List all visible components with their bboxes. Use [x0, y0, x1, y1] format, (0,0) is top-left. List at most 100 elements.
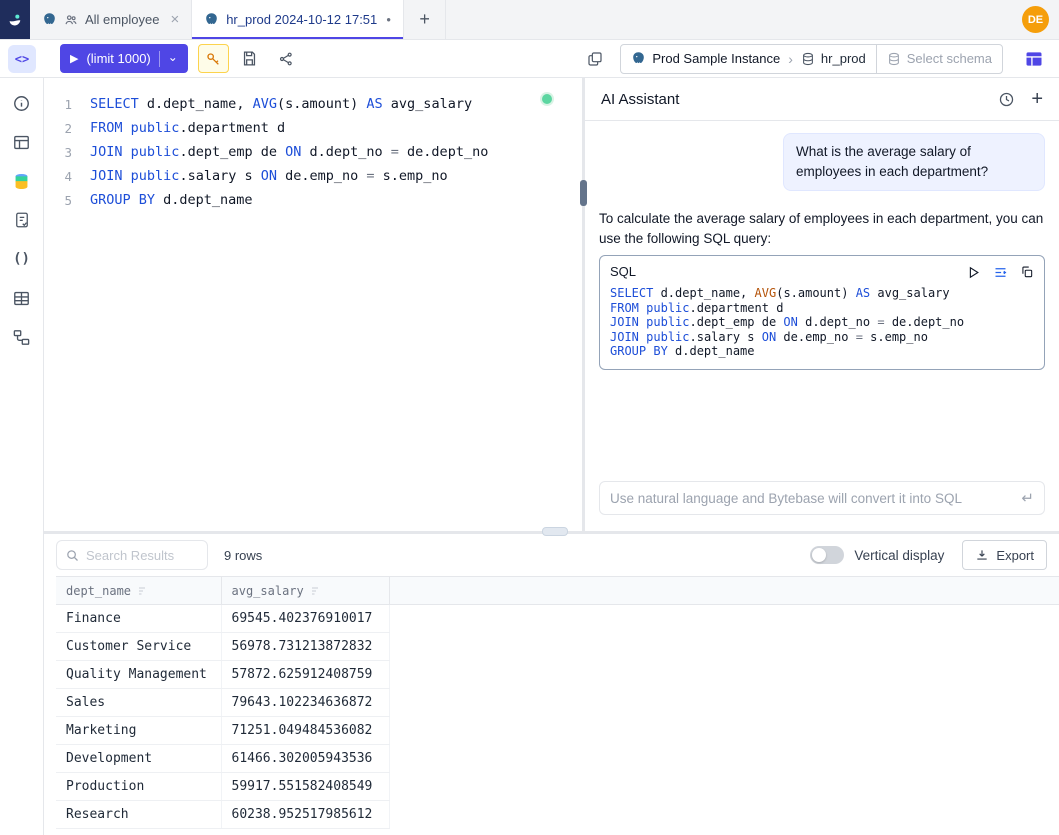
table-header-row: dept_name avg_salary: [56, 577, 1059, 605]
editor-line[interactable]: 3JOIN public.dept_emp de ON d.dept_no = …: [44, 140, 582, 164]
table-row[interactable]: Development61466.302005943536: [56, 745, 1059, 773]
column-header-label: avg_salary: [232, 584, 304, 598]
share-icon: [278, 51, 294, 67]
cell-dept-name: Development: [56, 745, 221, 773]
sidebar-item-tables[interactable]: [11, 287, 33, 309]
cell-dept-name: Marketing: [56, 717, 221, 745]
sidebar-item-info[interactable]: [11, 92, 33, 114]
ai-input-area: ↵: [585, 471, 1059, 531]
ai-sql-line: JOIN public.dept_emp de ON d.dept_no = d…: [610, 315, 1034, 330]
editor-line[interactable]: 1SELECT d.dept_name, AVG(s.amount) AS av…: [44, 92, 582, 116]
editor-line[interactable]: 5GROUP BY d.dept_name: [44, 188, 582, 212]
table-row[interactable]: Customer Service56978.731213872832: [56, 633, 1059, 661]
sql-editor[interactable]: 1SELECT d.dept_name, AVG(s.amount) AS av…: [44, 78, 582, 531]
user-avatar[interactable]: DE: [1022, 6, 1049, 33]
schema-selector[interactable]: Select schema: [876, 45, 1002, 73]
run-button-label: (limit 1000): [86, 51, 150, 66]
bytebase-logo[interactable]: [0, 0, 30, 39]
admin-mode-button[interactable]: [198, 44, 229, 73]
parentheses-icon: (): [13, 251, 30, 267]
tab-bar: All employee × hr_prod 2024-10-12 17:51 …: [0, 0, 1059, 40]
cell-dept-name: Finance: [56, 605, 221, 633]
return-icon[interactable]: ↵: [1021, 489, 1034, 507]
cell-avg-salary: 56978.731213872832: [221, 633, 389, 661]
new-tab-button[interactable]: +: [404, 0, 446, 39]
copy-sql-button[interactable]: [1020, 265, 1034, 279]
sidebar-item-schema-diagram[interactable]: [11, 326, 33, 348]
unsaved-dot-icon: ●: [386, 15, 391, 24]
sort-icon[interactable]: [137, 585, 149, 597]
main-content: 1 SELECT d.dept_name, AVG(s.amount) AS av…: [44, 78, 1059, 835]
sort-icon[interactable]: [310, 585, 322, 597]
chevron-down-icon[interactable]: ⌄: [168, 50, 178, 64]
worksheets-button[interactable]: [580, 44, 610, 73]
column-header-filler: [389, 577, 1059, 605]
editor-line[interactable]: 4JOIN public.salary s ON de.emp_no = s.e…: [44, 164, 582, 188]
line-number: 1: [44, 97, 90, 112]
column-header-dept-name[interactable]: dept_name: [56, 577, 221, 605]
assistant-intro-text: To calculate the average salary of emplo…: [599, 209, 1045, 249]
search-icon: [65, 548, 80, 563]
postgres-icon: [204, 12, 219, 27]
cell-avg-salary: 79643.102234636872: [221, 689, 389, 717]
new-chat-button[interactable]: +: [1031, 89, 1043, 109]
play-icon: ▶: [70, 52, 78, 65]
schema-panel-button[interactable]: [1019, 44, 1049, 73]
results-toolbar-right: Vertical display Export: [810, 540, 1047, 570]
editor-toolbar: <> ▶ (limit 1000) ⌄ Prod Sample Instan: [0, 40, 1059, 78]
results-table-wrap: dept_name avg_salary: [56, 576, 1059, 835]
table-row[interactable]: Sales79643.102234636872: [56, 689, 1059, 717]
editor-line[interactable]: 2FROM public.department d: [44, 116, 582, 140]
cell-avg-salary: 57872.625912408759: [221, 661, 389, 689]
cell-avg-salary: 60238.952517985612: [221, 801, 389, 829]
cell-filler: [389, 661, 1059, 689]
results-resize-handle[interactable]: [542, 527, 568, 536]
postgres-icon: [42, 12, 57, 27]
insert-sql-button[interactable]: [993, 265, 1008, 280]
sidebar-item-snippets[interactable]: (): [11, 248, 33, 270]
save-sheet-button[interactable]: [235, 44, 265, 73]
close-tab-icon[interactable]: ×: [170, 12, 179, 27]
ai-sql-code[interactable]: SELECT d.dept_name, AVG(s.amount) AS avg…: [610, 286, 1034, 359]
connection-breadcrumb: Prod Sample Instance › hr_prod Select sc…: [620, 44, 1003, 74]
download-icon: [975, 548, 989, 562]
table-row[interactable]: Marketing71251.049484536082: [56, 717, 1059, 745]
run-query-button[interactable]: ▶ (limit 1000) ⌄: [60, 44, 188, 73]
results-table: dept_name avg_salary: [56, 576, 1059, 829]
table-row[interactable]: Production59917.551582408549: [56, 773, 1059, 801]
table-row[interactable]: Finance69545.402376910017: [56, 605, 1059, 633]
button-divider: [159, 51, 160, 67]
sheets-icon: [587, 51, 603, 67]
sidebar-item-worksheets[interactable]: [11, 131, 33, 153]
export-button[interactable]: Export: [962, 540, 1047, 570]
cell-avg-salary: 59917.551582408549: [221, 773, 389, 801]
editor-status-dot: [542, 94, 552, 104]
tab-all-employee[interactable]: All employee ×: [30, 0, 192, 39]
run-sql-button[interactable]: [966, 265, 981, 280]
history-button[interactable]: [998, 91, 1015, 108]
share-button[interactable]: [271, 44, 301, 73]
line-number: 5: [44, 193, 90, 208]
search-results-input[interactable]: [86, 548, 199, 563]
instance-database-selector[interactable]: Prod Sample Instance › hr_prod: [621, 45, 875, 73]
sidebar-item-changelist[interactable]: [11, 209, 33, 231]
sidebar-item-databases[interactable]: [11, 170, 33, 192]
results-tbody: Finance69545.402376910017Customer Servic…: [56, 605, 1059, 829]
row-count: 9 rows: [224, 548, 262, 563]
results-panel: 9 rows Vertical display Export: [44, 534, 1059, 835]
tab-hr-prod[interactable]: hr_prod 2024-10-12 17:51 ●: [192, 0, 404, 39]
ai-prompt-input[interactable]: [610, 491, 1013, 506]
table-row[interactable]: Research60238.952517985612: [56, 801, 1059, 829]
bytebase-logo-icon: [7, 12, 23, 28]
code-panel-button[interactable]: <>: [8, 45, 36, 73]
vertical-divider: [582, 78, 585, 531]
vertical-display-toggle[interactable]: [810, 546, 844, 564]
line-number: 4: [44, 169, 90, 184]
ai-sql-line: GROUP BY d.dept_name: [610, 344, 1034, 359]
database-name: hr_prod: [821, 51, 866, 66]
cell-filler: [389, 605, 1059, 633]
column-header-avg-salary[interactable]: avg_salary: [221, 577, 389, 605]
ai-sql-block-header: SQL: [610, 262, 1034, 282]
table-row[interactable]: Quality Management57872.625912408759: [56, 661, 1059, 689]
panel-resize-handle[interactable]: [580, 180, 587, 206]
